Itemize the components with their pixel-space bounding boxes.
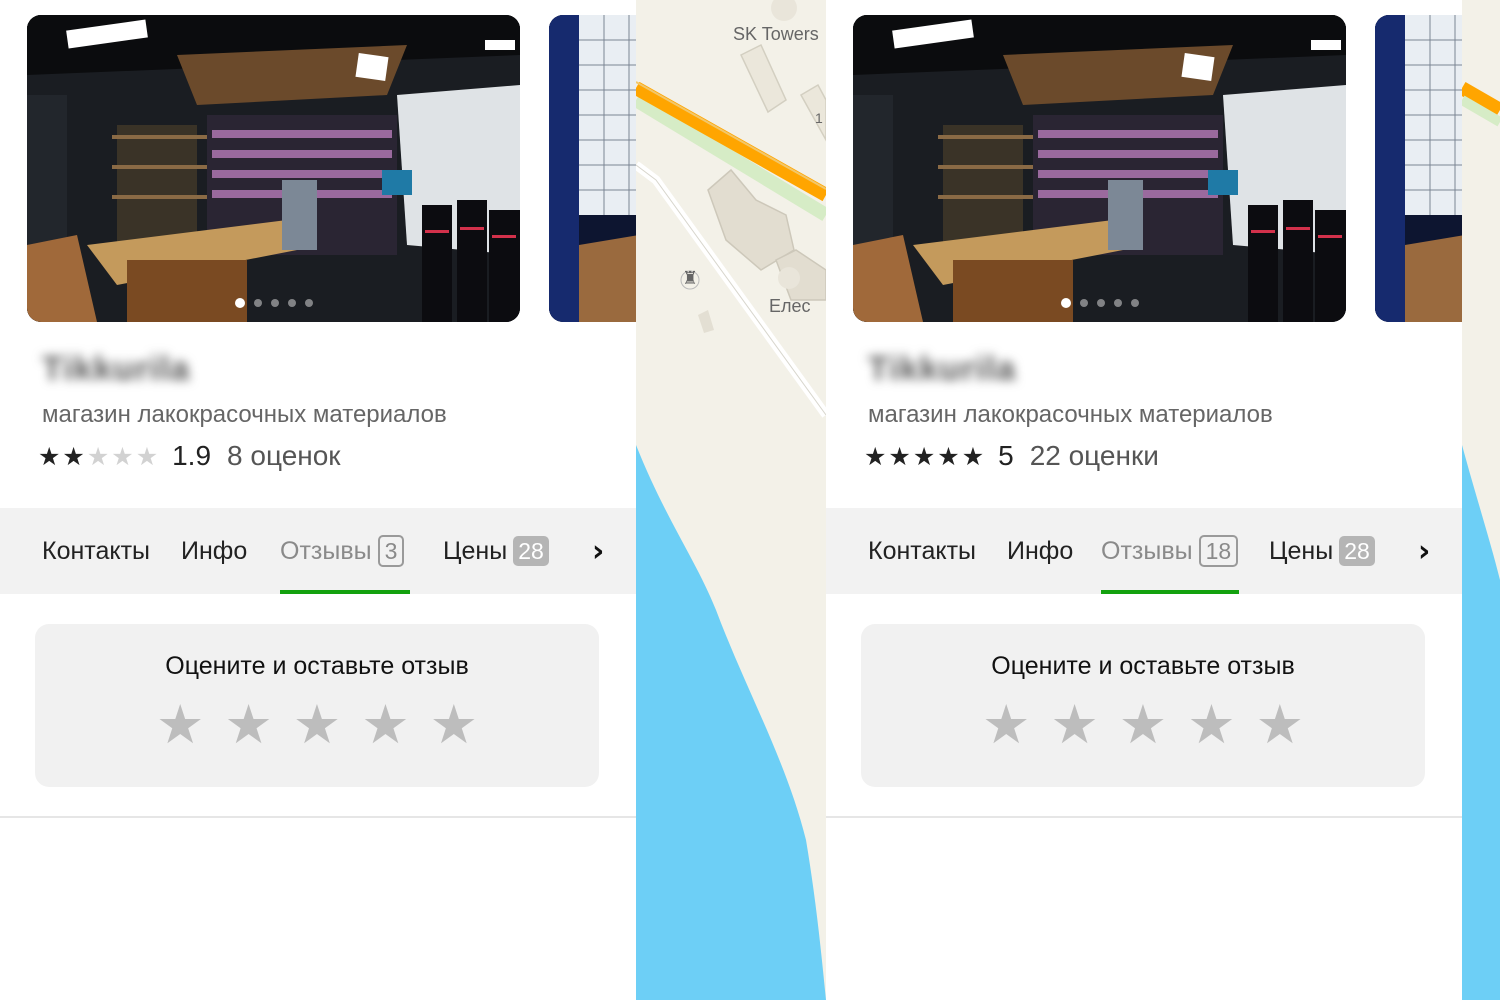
- map-label-number: 1: [815, 110, 823, 126]
- carousel-dot[interactable]: [234, 298, 245, 308]
- tab-label: Цены: [1269, 536, 1334, 565]
- carousel-dot[interactable]: [304, 299, 313, 307]
- photo-main[interactable]: [853, 15, 1346, 322]
- place-name[interactable]: Tikkurila: [42, 350, 190, 389]
- rating-count[interactable]: 8 оценок: [227, 440, 341, 472]
- active-tab-underline: [1101, 590, 1239, 594]
- store-photo: [27, 15, 520, 322]
- star-filled-icon: ★: [888, 441, 911, 471]
- tab-info[interactable]: Инфо: [1007, 508, 1073, 594]
- rating-value: 1.9: [172, 440, 212, 471]
- carousel-dot[interactable]: [1060, 298, 1071, 308]
- rate-star-icon[interactable]: ★: [1119, 698, 1167, 752]
- map-strip-edge[interactable]: [1462, 0, 1500, 1000]
- review-prompt-box: Оцените и оставьте отзыв ★ ★ ★ ★ ★: [35, 624, 599, 787]
- carousel-dot[interactable]: [1113, 299, 1122, 307]
- rating-stars: ★ ★ ★ ★ ★: [38, 444, 158, 469]
- rate-star-icon[interactable]: ★: [1050, 698, 1098, 752]
- map-graphic-edge: [1462, 0, 1500, 1000]
- carousel-dot[interactable]: [287, 299, 296, 307]
- map-graphic: [636, 0, 826, 1000]
- tab-contacts[interactable]: Контакты: [42, 508, 150, 594]
- rate-star-icon[interactable]: ★: [224, 698, 272, 752]
- prices-count-badge: 28: [1339, 536, 1375, 566]
- tab-label: Инфо: [181, 536, 248, 565]
- star-filled-icon: ★: [961, 441, 985, 471]
- carousel-dot[interactable]: [1096, 299, 1105, 307]
- review-prompt-title: Оцените и оставьте отзыв: [165, 652, 469, 680]
- rate-stars: ★ ★ ★ ★ ★: [35, 698, 599, 752]
- star-filled-icon: ★: [38, 441, 61, 471]
- tab-info[interactable]: Инфо: [181, 508, 247, 594]
- map-label-sk-towers[interactable]: SK Towers: [733, 24, 819, 45]
- star-filled-icon: ★: [62, 441, 85, 471]
- tab-prices[interactable]: Цены 28: [1269, 508, 1375, 594]
- reviews-count-badge: 3: [377, 535, 405, 567]
- rating-count[interactable]: 22 оценки: [1030, 440, 1159, 472]
- carousel-dots: [853, 298, 1346, 308]
- rate-star-icon[interactable]: ★: [1256, 698, 1304, 752]
- tab-reviews[interactable]: Отзывы 18: [1101, 508, 1239, 594]
- tab-bar: Контакты Инфо Отзывы 3 Цены 28 ›: [0, 508, 636, 594]
- tab-label: Инфо: [1007, 536, 1074, 565]
- rate-stars: ★ ★ ★ ★ ★: [861, 698, 1425, 752]
- carousel-dot[interactable]: [270, 299, 279, 307]
- map-poi-icon[interactable]: ♜: [682, 268, 698, 289]
- photo-main[interactable]: [27, 15, 520, 322]
- review-prompt-box: Оцените и оставьте отзыв ★ ★ ★ ★ ★: [861, 624, 1425, 787]
- tab-reviews[interactable]: Отзывы 3: [280, 508, 410, 594]
- star-filled-icon: ★: [864, 441, 887, 471]
- star-filled-icon: ★: [912, 441, 936, 471]
- screenshot-stage: SK Towers Елес 1 ♜ Tikkurila магазин лак…: [0, 0, 1500, 1000]
- rate-star-icon[interactable]: ★: [430, 698, 478, 752]
- rate-star-icon[interactable]: ★: [293, 698, 341, 752]
- store-photo-next: [1375, 15, 1462, 322]
- carousel-dot[interactable]: [1130, 299, 1139, 307]
- place-category: магазин лакокрасочных материалов: [42, 401, 447, 428]
- tab-label: Отзывы: [280, 536, 372, 565]
- carousel-dot[interactable]: [253, 299, 262, 307]
- carousel-dots: [27, 298, 520, 308]
- section-divider: [826, 816, 1462, 818]
- star-empty-icon: ★: [111, 441, 134, 471]
- carousel-dot[interactable]: [1079, 299, 1088, 307]
- map-label-building[interactable]: Елес: [769, 296, 811, 317]
- map-strip[interactable]: SK Towers Елес 1 ♜: [636, 0, 826, 1000]
- rating-value: 5: [998, 440, 1014, 471]
- tab-bar: Контакты Инфо Отзывы 18 Цены 28 ›: [826, 508, 1462, 594]
- place-name[interactable]: Tikkurila: [868, 350, 1016, 389]
- section-divider: [0, 816, 636, 818]
- rate-star-icon[interactable]: ★: [361, 698, 409, 752]
- star-empty-icon: ★: [135, 441, 159, 471]
- rating-row[interactable]: ★ ★ ★ ★ ★ 5 22 оценки: [864, 440, 1159, 472]
- rating-stars: ★ ★ ★ ★ ★: [864, 444, 984, 469]
- place-card-left: Tikkurila магазин лакокрасочных материал…: [0, 0, 636, 1000]
- photo-next[interactable]: [549, 15, 636, 322]
- place-card-right: Tikkurila магазин лакокрасочных материал…: [826, 0, 1462, 1000]
- tab-label: Контакты: [868, 536, 976, 565]
- review-prompt-title: Оцените и оставьте отзыв: [991, 652, 1295, 680]
- active-tab-underline: [280, 590, 410, 594]
- tab-label: Цены: [443, 536, 508, 565]
- store-photo: [853, 15, 1346, 322]
- rate-star-icon[interactable]: ★: [156, 698, 204, 752]
- prices-count-badge: 28: [513, 536, 549, 566]
- rate-star-icon[interactable]: ★: [982, 698, 1030, 752]
- chevron-right-icon[interactable]: ›: [592, 508, 604, 594]
- star-empty-icon: ★: [86, 441, 110, 471]
- tab-label: Контакты: [42, 536, 150, 565]
- tab-label: Отзывы: [1101, 536, 1193, 565]
- reviews-count-badge: 18: [1198, 535, 1239, 567]
- place-category: магазин лакокрасочных материалов: [868, 401, 1273, 428]
- star-filled-icon: ★: [937, 441, 960, 471]
- chevron-right-icon[interactable]: ›: [1418, 508, 1430, 594]
- store-photo-next: [549, 15, 636, 322]
- tab-contacts[interactable]: Контакты: [868, 508, 976, 594]
- photo-next[interactable]: [1375, 15, 1462, 322]
- rating-row[interactable]: ★ ★ ★ ★ ★ 1.9 8 оценок: [38, 440, 341, 472]
- tab-prices[interactable]: Цены 28: [443, 508, 549, 594]
- rate-star-icon[interactable]: ★: [1187, 698, 1235, 752]
